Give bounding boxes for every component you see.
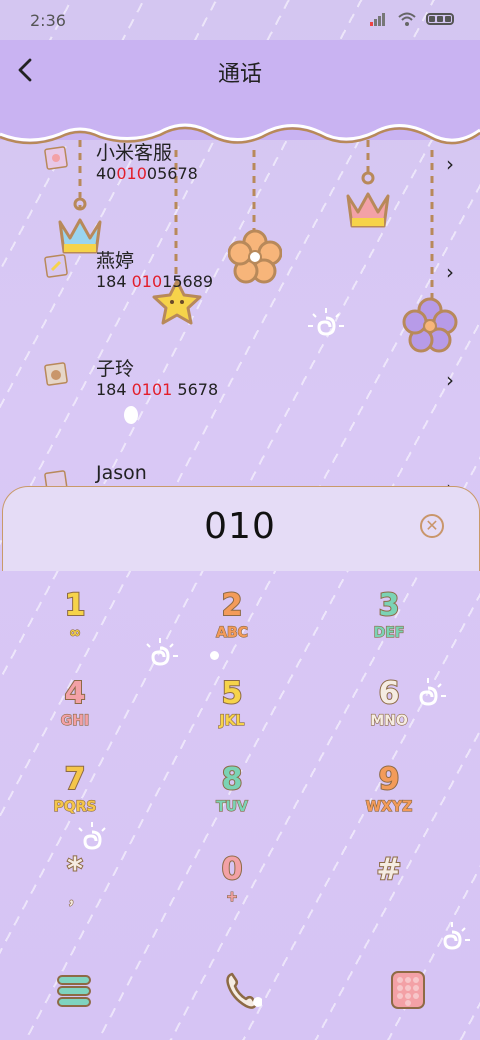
key-digit: 5 <box>221 675 244 712</box>
voicemail-icon: ∞ <box>69 624 82 641</box>
key-0[interactable]: 0 + <box>157 851 307 932</box>
key-digit: 6 <box>378 675 401 712</box>
contact-avatar <box>44 362 68 386</box>
key-digit: 4 <box>64 675 87 712</box>
key-4[interactable]: 4 GHI <box>0 675 150 756</box>
contact-name: 燕婷 <box>96 250 135 272</box>
key-7[interactable]: 7 PQRS <box>0 761 150 842</box>
chevron-right-icon[interactable]: › <box>446 152 454 176</box>
phone-call-icon[interactable] <box>222 968 262 1012</box>
key-digit: 0 <box>221 851 244 888</box>
contact-number: 184 0101 5678 <box>96 380 219 399</box>
key-digit: 1 <box>64 587 87 624</box>
page-title: 通话 <box>217 62 262 87</box>
contact-name: Jason <box>96 462 147 484</box>
chevron-right-icon[interactable]: › <box>446 368 454 392</box>
key-digit: 3 <box>378 587 401 624</box>
key-letters: + <box>226 888 239 905</box>
contact-number: 4001005678 <box>96 164 198 183</box>
status-bar: 2:36 <box>0 0 480 40</box>
keypad-toggle-icon[interactable] <box>388 968 428 1012</box>
key-8[interactable]: 8 TUV <box>157 761 307 842</box>
key-6[interactable]: 6 MNO <box>314 675 464 756</box>
key-letters: ， <box>67 891 82 908</box>
key-digit: 7 <box>64 761 87 798</box>
contact-number: 184 01015689 <box>96 272 214 291</box>
contact-avatar <box>44 146 68 170</box>
clear-input-button[interactable]: ✕ <box>420 514 444 538</box>
key-letters: JKL <box>219 712 245 729</box>
contact-name: 子玲 <box>96 358 135 380</box>
key-2[interactable]: 2 ABC <box>157 587 307 668</box>
key-5[interactable]: 5 JKL <box>157 675 307 756</box>
key-letters: DEF <box>373 624 405 641</box>
key-hash[interactable]: # <box>314 851 464 932</box>
key-letters: GHI <box>60 712 90 729</box>
key-digit: 9 <box>378 761 401 798</box>
key-letters: MNO <box>370 712 409 729</box>
contact-name: 小米客服 <box>96 142 173 164</box>
status-time: 2:36 <box>30 11 66 30</box>
key-9[interactable]: 9 WXYZ <box>314 761 464 842</box>
key-digit: 8 <box>221 761 244 798</box>
menu-icon[interactable] <box>54 968 94 1012</box>
contact-row[interactable]: 子玲 184 0101 5678 › <box>0 346 480 446</box>
key-3[interactable]: 3 DEF <box>314 587 464 668</box>
battery-icon <box>426 13 454 25</box>
key-1[interactable]: 1 ∞ <box>0 587 150 668</box>
contact-row[interactable]: 小米客服 4001005678 › <box>0 130 480 230</box>
key-digit: * <box>66 851 84 888</box>
chevron-right-icon[interactable]: › <box>446 260 454 284</box>
wifi-icon <box>398 12 416 26</box>
key-letters: ABC <box>216 624 249 641</box>
key-star[interactable]: * ， <box>0 851 150 932</box>
key-letters: TUV <box>216 798 249 815</box>
contact-avatar <box>44 254 68 278</box>
key-letters: WXYZ <box>365 798 413 815</box>
bottom-action-bar <box>0 960 480 1030</box>
key-digit: 2 <box>221 587 244 624</box>
contact-row[interactable]: 燕婷 184 01015689 › <box>0 238 480 338</box>
dial-number-display[interactable]: 010 <box>0 506 480 547</box>
status-icons <box>370 12 454 26</box>
key-letters: PQRS <box>53 798 97 815</box>
key-digit: # <box>375 851 402 888</box>
signal-icon <box>370 12 388 26</box>
